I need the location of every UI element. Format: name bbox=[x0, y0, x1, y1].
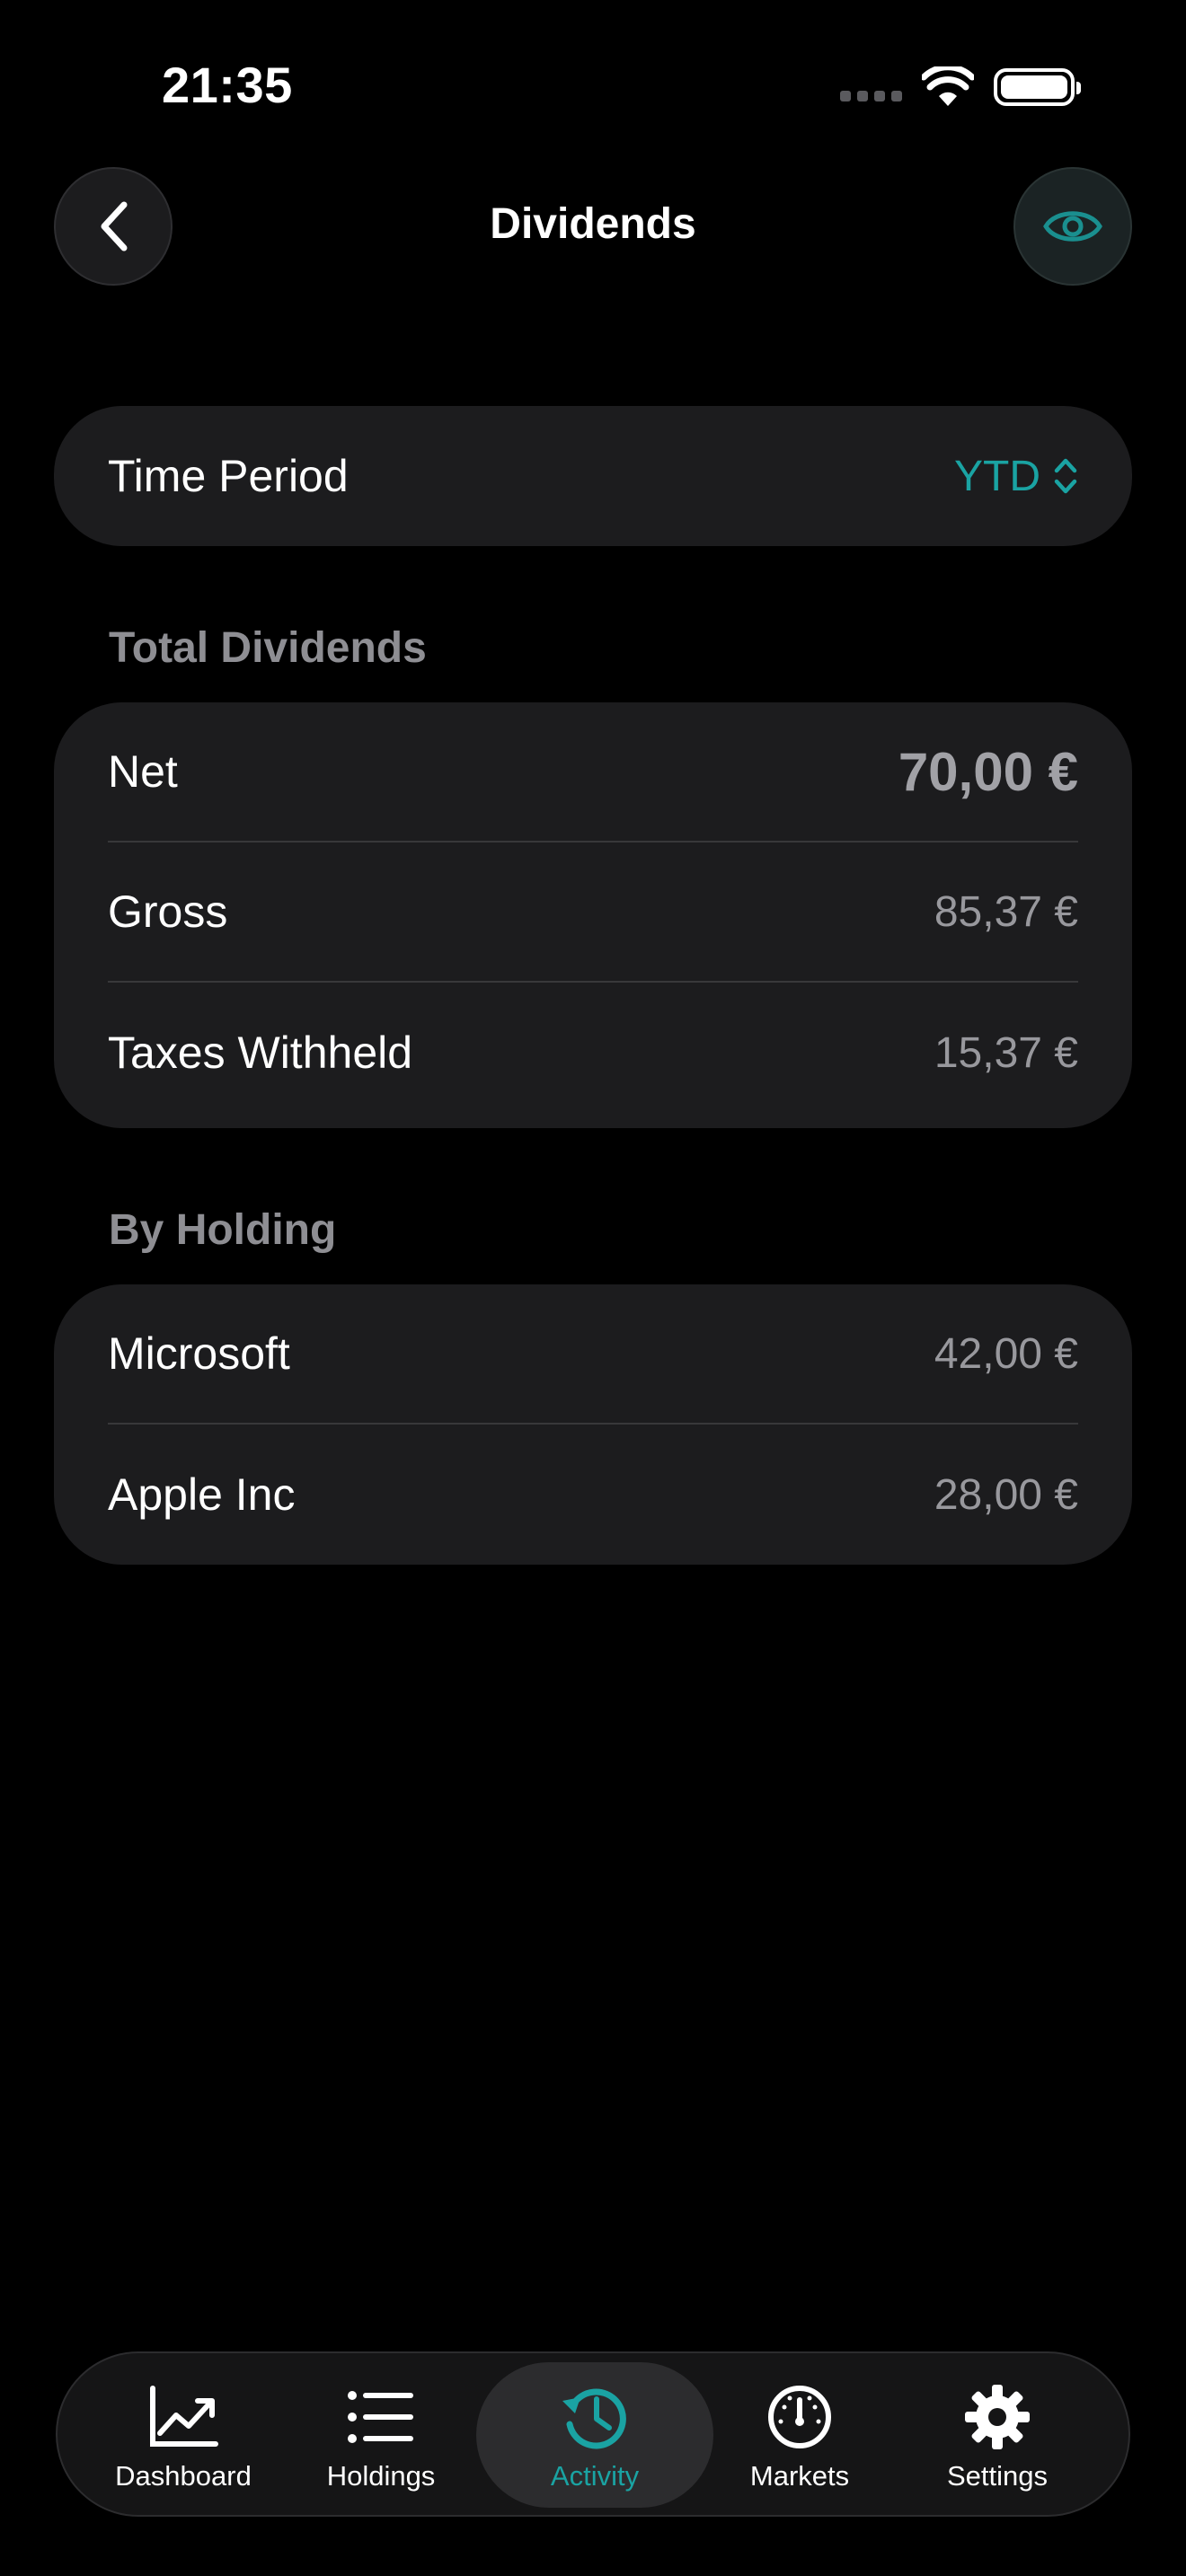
tab-label: Activity bbox=[550, 2460, 640, 2492]
row-label: Net bbox=[108, 746, 178, 797]
eye-icon bbox=[1043, 211, 1102, 242]
chart-line-icon bbox=[150, 2386, 218, 2447]
taxes-withheld-row: Taxes Withheld 15,37 € bbox=[108, 983, 1078, 1123]
chevron-up-down-icon bbox=[1054, 458, 1077, 494]
cellular-signal-icon bbox=[840, 91, 902, 101]
gear-icon bbox=[965, 2385, 1030, 2449]
gauge-icon bbox=[768, 2386, 831, 2448]
page-title: Dividends bbox=[490, 200, 696, 248]
holding-value: 42,00 € bbox=[934, 1329, 1078, 1378]
tab-markets[interactable]: Markets bbox=[719, 2353, 881, 2519]
holding-value: 28,00 € bbox=[934, 1470, 1078, 1519]
holding-name: Microsoft bbox=[108, 1328, 290, 1379]
tab-label: Dashboard bbox=[115, 2460, 252, 2492]
total-dividends-card: Net 70,00 € Gross 85,37 € Taxes Withheld… bbox=[54, 702, 1132, 1128]
time-period-selected: YTD bbox=[954, 452, 1040, 500]
total-dividends-heading: Total Dividends bbox=[109, 624, 427, 672]
status-time: 21:35 bbox=[162, 57, 293, 113]
gross-row: Gross 85,37 € bbox=[108, 842, 1078, 983]
clock-history-icon bbox=[562, 2388, 626, 2449]
row-label: Taxes Withheld bbox=[108, 1028, 413, 1078]
tab-holdings[interactable]: Holdings bbox=[300, 2353, 462, 2519]
net-row: Net 70,00 € bbox=[108, 702, 1078, 842]
tab-activity[interactable]: Activity bbox=[494, 2353, 695, 2519]
status-icons bbox=[840, 66, 1081, 108]
holding-name: Apple Inc bbox=[108, 1469, 296, 1520]
gross-value: 85,37 € bbox=[934, 887, 1078, 936]
tab-label: Settings bbox=[946, 2460, 1048, 2492]
net-value: 70,00 € bbox=[898, 741, 1078, 802]
visibility-toggle-button[interactable] bbox=[1013, 167, 1132, 286]
list-icon bbox=[348, 2391, 413, 2443]
time-period-picker[interactable]: Time Period YTD bbox=[54, 406, 1132, 546]
row-label: Gross bbox=[108, 887, 228, 937]
wifi-icon bbox=[922, 66, 974, 106]
by-holding-card: Microsoft 42,00 € Apple Inc 28,00 € bbox=[54, 1284, 1132, 1565]
tab-label: Holdings bbox=[326, 2460, 436, 2492]
by-holding-heading: By Holding bbox=[109, 1206, 337, 1254]
tab-label: Markets bbox=[749, 2460, 850, 2492]
time-period-label: Time Period bbox=[108, 451, 349, 501]
taxes-withheld-value: 15,37 € bbox=[934, 1028, 1078, 1077]
tab-settings[interactable]: Settings bbox=[916, 2353, 1078, 2519]
tab-bar: Dashboard Holdings Activity Markets Sett… bbox=[56, 2351, 1130, 2517]
time-period-value[interactable]: YTD bbox=[954, 452, 1078, 501]
screen: 21:35 Dividends Time Period YTD Total Di… bbox=[0, 0, 1186, 2576]
tab-dashboard[interactable]: Dashboard bbox=[93, 2353, 273, 2519]
holding-row-apple[interactable]: Apple Inc 28,00 € bbox=[108, 1425, 1078, 1565]
battery-icon bbox=[994, 68, 1081, 106]
holding-row-microsoft[interactable]: Microsoft 42,00 € bbox=[108, 1284, 1078, 1425]
